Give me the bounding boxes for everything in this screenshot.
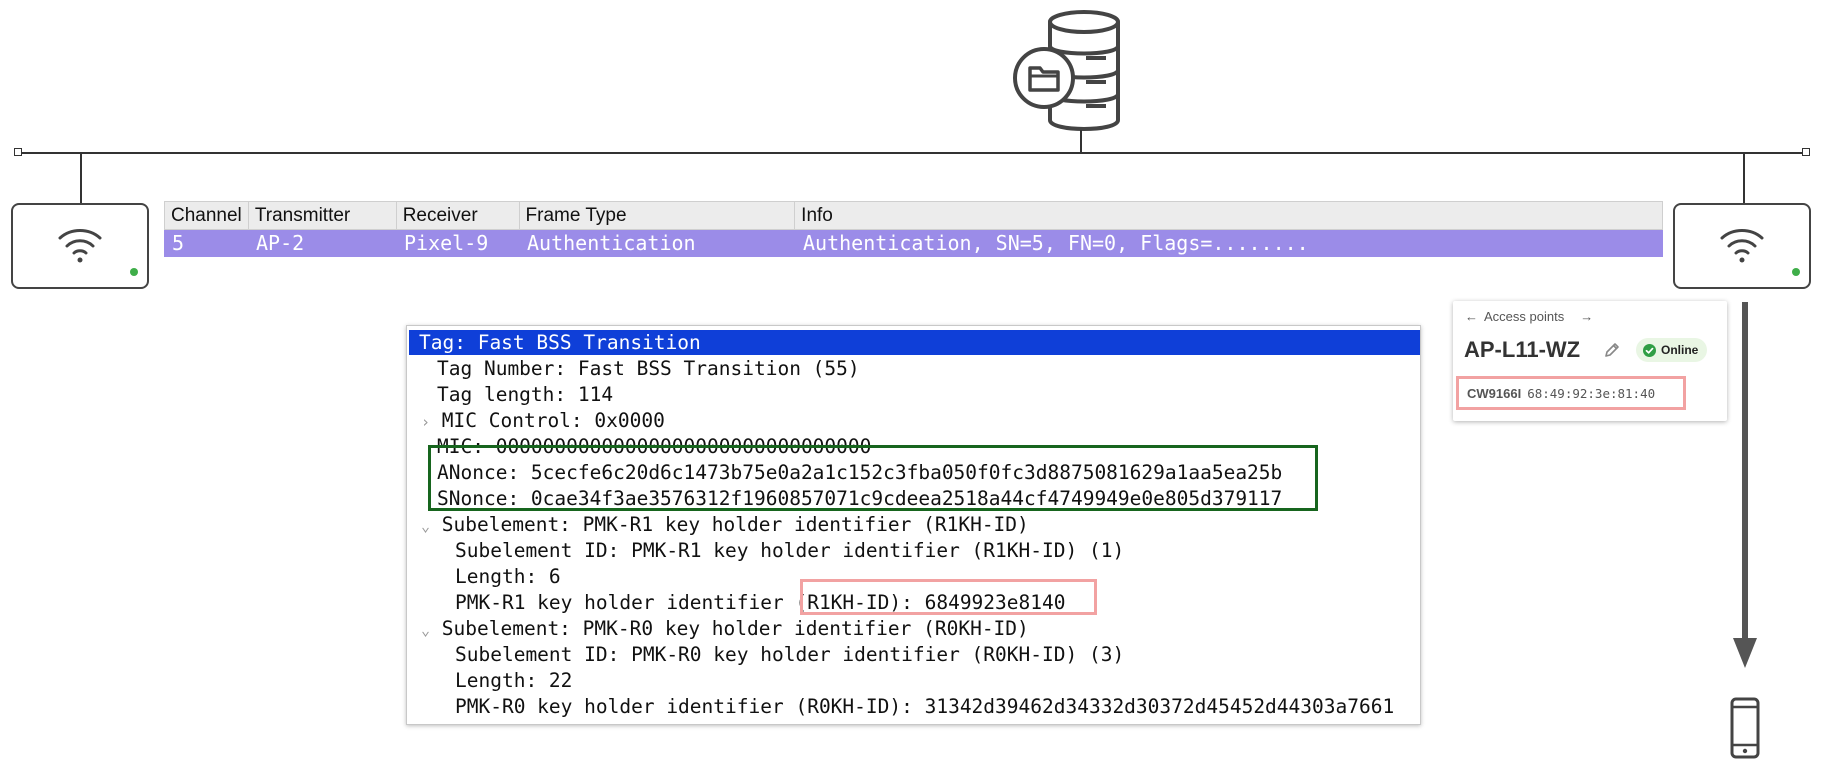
chevron-right-icon[interactable]: › xyxy=(421,413,430,431)
arrow-right-icon[interactable]: → xyxy=(1580,309,1593,324)
ap-card-nav: ← Access points → xyxy=(1465,309,1593,324)
column-header[interactable]: Frame Type xyxy=(520,202,796,229)
packet-receiver: Pixel-9 xyxy=(404,231,489,255)
status-badge: Online xyxy=(1636,338,1708,362)
roam-arrow xyxy=(1742,302,1748,640)
access-points-link[interactable]: Access points xyxy=(1484,309,1564,324)
network-line xyxy=(18,152,1808,154)
tree-item[interactable]: Length: 22 xyxy=(455,668,572,693)
ap-mac: 68:49:92:3e:81:40 xyxy=(1527,385,1656,401)
ap-identity-highlight-box: CW9166I 68:49:92:3e:81:40 xyxy=(1456,376,1686,410)
check-circle-icon xyxy=(1643,343,1656,357)
column-header[interactable]: Transmitter xyxy=(249,202,397,229)
wifi-icon xyxy=(1720,229,1764,263)
tree-item-label: MIC Control: 0x0000 xyxy=(441,409,665,432)
status-led xyxy=(130,268,138,276)
tree-item[interactable]: Subelement ID: PMK-R1 key holder identif… xyxy=(455,538,1124,563)
network-line-end-left xyxy=(14,148,22,156)
nonce-highlight-box xyxy=(428,445,1318,511)
server-icon xyxy=(1012,6,1124,137)
arrow-left-icon[interactable]: ← xyxy=(1465,309,1478,324)
status-text: Online xyxy=(1661,343,1699,357)
tree-item-expanded[interactable]: ⌄ Subelement: PMK-R0 key holder identifi… xyxy=(421,616,1029,641)
server-link xyxy=(1080,130,1082,152)
ap-name: AP-L11-WZ xyxy=(1464,337,1581,362)
packet-list-header: Channel Transmitter Receiver Frame Type … xyxy=(164,201,1663,230)
pencil-icon[interactable] xyxy=(1603,341,1621,364)
chevron-down-icon[interactable]: ⌄ xyxy=(421,517,430,535)
status-led xyxy=(1792,268,1800,276)
smartphone-icon xyxy=(1730,697,1760,764)
ap-model: CW9166I xyxy=(1467,385,1522,401)
packet-transmitter: AP-2 xyxy=(256,231,305,255)
network-line-end-right xyxy=(1802,148,1810,156)
tree-item-expanded[interactable]: ⌄ Subelement: PMK-R1 key holder identifi… xyxy=(421,512,1029,537)
tree-item-label: Subelement: PMK-R1 key holder identifier… xyxy=(441,513,1029,536)
tree-item[interactable]: Subelement ID: PMK-R0 key holder identif… xyxy=(455,642,1124,667)
access-point-right xyxy=(1673,203,1811,289)
ap-left-link xyxy=(80,153,82,204)
column-header[interactable]: Channel xyxy=(165,202,249,229)
packet-details: Tag: Fast BSS Transition Tag Number: Fas… xyxy=(406,325,1421,725)
tree-item-collapsed[interactable]: › MIC Control: 0x0000 xyxy=(421,408,665,433)
tree-item[interactable]: Tag length: 114 xyxy=(437,382,613,407)
tree-item-selected[interactable]: Tag: Fast BSS Transition xyxy=(409,330,1420,355)
chevron-down-icon[interactable]: ⌄ xyxy=(421,621,430,639)
column-header[interactable]: Info xyxy=(795,202,1662,229)
wifi-icon xyxy=(58,229,102,263)
packet-channel: 5 xyxy=(172,231,185,255)
tree-item[interactable]: Tag Number: Fast BSS Transition (55) xyxy=(437,356,860,381)
packet-list: Channel Transmitter Receiver Frame Type … xyxy=(164,201,1663,257)
tree-item-label: Subelement: PMK-R0 key holder identifier… xyxy=(441,617,1029,640)
packet-row-selected[interactable]: 5 AP-2 Pixel-9 Authentication Authentica… xyxy=(164,230,1663,257)
access-point-left xyxy=(11,203,149,289)
r1kh-id-highlight-box xyxy=(800,579,1097,615)
ap-right-link xyxy=(1743,153,1745,204)
tree-item[interactable]: Length: 6 xyxy=(455,564,561,589)
access-point-card: ← Access points → AP-L11-WZ Online CW916… xyxy=(1453,301,1727,421)
tree-item-r0kh-id[interactable]: PMK-R0 key holder identifier (R0KH-ID): … xyxy=(455,694,1394,719)
packet-frame-type: Authentication xyxy=(527,231,696,255)
packet-info: Authentication, SN=5, FN=0, Flags=......… xyxy=(803,231,1309,255)
arrow-head xyxy=(1733,638,1757,673)
column-header[interactable]: Receiver xyxy=(397,202,520,229)
